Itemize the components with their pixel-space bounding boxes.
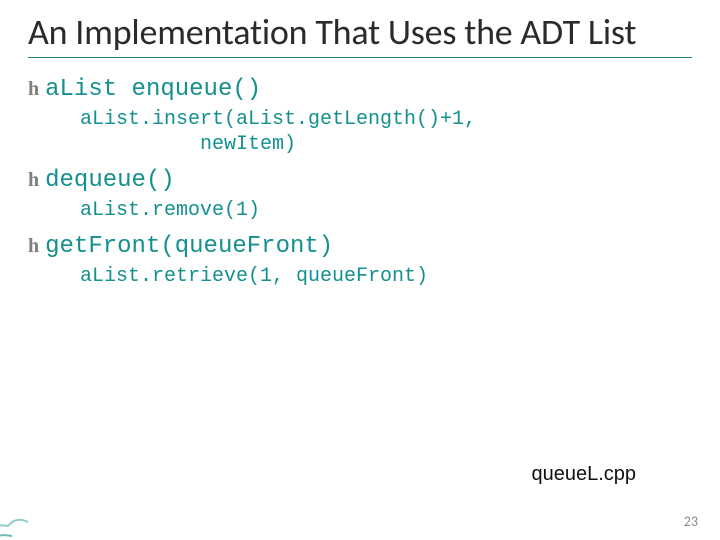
page-number: 23 [684,513,698,530]
page-title: An Implementation That Uses the ADT List [28,12,692,58]
list-item: h dequeue() aList.remove(1) [28,167,692,223]
item-head: dequeue() [45,167,175,194]
bullet-line: h getFront(queueFront) [28,233,692,260]
bullet-line: h aList enqueue() [28,76,692,103]
bullet-icon: h [28,79,41,99]
bullet-icon: h [28,170,41,190]
item-head: aList enqueue() [45,76,261,103]
footer-filename: queueL.cpp [531,463,636,486]
corner-decoration-icon [0,512,30,540]
list-item: h aList enqueue() aList.insert(aList.get… [28,76,692,157]
bullet-line: h dequeue() [28,167,692,194]
item-sub: aList.insert(aList.getLength()+1, newIte… [80,107,692,157]
item-sub: aList.retrieve(1, queueFront) [80,264,692,289]
item-head: getFront(queueFront) [45,233,333,260]
list-item: h getFront(queueFront) aList.retrieve(1,… [28,233,692,289]
content-block: h aList enqueue() aList.insert(aList.get… [28,76,692,289]
item-sub: aList.remove(1) [80,198,692,223]
slide: An Implementation That Uses the ADT List… [0,0,720,540]
bullet-icon: h [28,236,41,256]
